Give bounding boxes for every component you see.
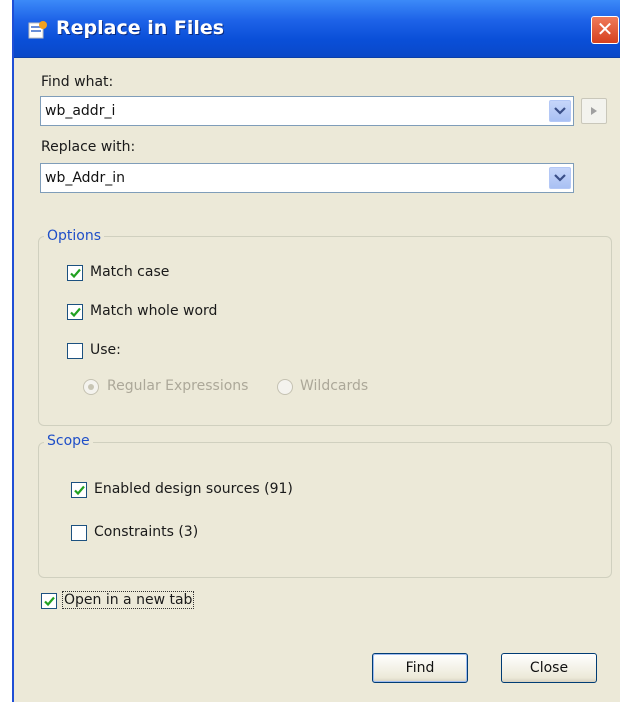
- open-new-tab-checkbox[interactable]: [41, 593, 57, 609]
- replace-with-combo[interactable]: wb_Addr_in: [40, 163, 574, 193]
- title-bar[interactable]: Replace in Files ✕: [14, 0, 620, 58]
- use-label[interactable]: Use:: [90, 342, 121, 358]
- match-whole-word-label[interactable]: Match whole word: [90, 303, 217, 319]
- find-button[interactable]: Find: [372, 653, 468, 683]
- replace-dropdown-button[interactable]: [549, 167, 571, 189]
- options-group-title: Options: [44, 228, 105, 244]
- match-case-checkbox[interactable]: [67, 265, 83, 281]
- match-case-label[interactable]: Match case: [90, 264, 169, 280]
- find-what-label: Find what:: [41, 74, 114, 90]
- design-sources-label[interactable]: Enabled design sources (91): [94, 481, 293, 497]
- regular-expressions-radio[interactable]: [83, 379, 99, 395]
- chevron-down-icon: [554, 174, 566, 182]
- wildcards-label[interactable]: Wildcards: [300, 378, 368, 394]
- regular-expressions-label[interactable]: Regular Expressions: [107, 378, 248, 394]
- checkmark-icon: [74, 485, 85, 496]
- find-what-value[interactable]: wb_addr_i: [45, 103, 115, 119]
- app-icon: [28, 20, 48, 40]
- close-icon: ✕: [596, 17, 614, 41]
- constraints-label[interactable]: Constraints (3): [94, 524, 198, 540]
- window-title: Replace in Files: [56, 17, 225, 39]
- replace-with-value[interactable]: wb_Addr_in: [45, 170, 125, 186]
- replace-with-label: Replace with:: [41, 139, 136, 155]
- design-sources-checkbox[interactable]: [71, 482, 87, 498]
- constraints-checkbox[interactable]: [71, 525, 87, 541]
- find-history-button[interactable]: [581, 98, 607, 124]
- find-what-combo[interactable]: wb_addr_i: [40, 96, 574, 126]
- checkmark-icon: [44, 596, 55, 607]
- chevron-down-icon: [554, 107, 566, 115]
- replace-in-files-dialog: Replace in Files ✕ Find what: wb_addr_i …: [12, 0, 620, 702]
- scope-group-title: Scope: [44, 433, 93, 449]
- triangle-right-icon: [591, 107, 597, 115]
- open-new-tab-label[interactable]: Open in a new tab: [62, 591, 195, 609]
- checkmark-icon: [70, 307, 81, 318]
- close-button[interactable]: Close: [501, 653, 597, 683]
- wildcards-radio[interactable]: [277, 379, 293, 395]
- close-window-button[interactable]: ✕: [591, 16, 619, 44]
- find-dropdown-button[interactable]: [549, 100, 571, 122]
- scope-group: [38, 442, 612, 578]
- use-checkbox[interactable]: [67, 343, 83, 359]
- checkmark-icon: [70, 268, 81, 279]
- match-whole-word-checkbox[interactable]: [67, 304, 83, 320]
